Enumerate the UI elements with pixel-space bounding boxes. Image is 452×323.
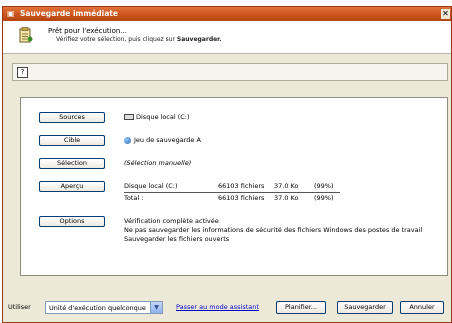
help-bar: ? xyxy=(12,63,448,81)
use-label: Utiliser xyxy=(8,303,31,311)
options-line: Ne pas sauvegarder les informations de s… xyxy=(124,226,423,234)
selection-button[interactable]: Sélection xyxy=(39,158,105,169)
app-icon: ▣ xyxy=(7,9,15,18)
backup-set-icon xyxy=(124,136,131,144)
preview-separator xyxy=(124,192,340,193)
sources-button[interactable]: Sources xyxy=(39,112,105,123)
execution-unit-value: Unité d'exécution quelconque xyxy=(49,304,146,312)
status-instruction: Vérifiez votre sélection, puis cliquez s… xyxy=(56,36,222,43)
preview-button[interactable]: Aperçu xyxy=(39,181,105,192)
cancel-button[interactable]: Annuler xyxy=(400,301,444,314)
preview-row-name: Disque local (C:) xyxy=(124,182,178,190)
preview-total-size: 37.0 Ko xyxy=(274,194,299,202)
schedule-button[interactable]: Planifier... xyxy=(276,301,326,314)
target-value: Jeu de sauvegarde A xyxy=(124,136,201,145)
backup-window: ▣ Sauvegarde immédiate ✕ Prêt pour l'exé… xyxy=(2,6,452,323)
preview-total-files: 66103 fichiers xyxy=(218,194,265,202)
preview-total-pct: (99%) xyxy=(314,194,334,202)
execution-unit-select[interactable]: Unité d'exécution quelconque ▼ xyxy=(45,301,163,314)
status-heading: Prêt pour l'exécution... xyxy=(48,27,128,35)
preview-row-pct: (99%) xyxy=(314,182,334,190)
options-line: Vérification complète activée xyxy=(124,217,219,225)
window-title: Sauvegarde immédiate xyxy=(20,9,118,18)
help-icon[interactable]: ? xyxy=(17,67,28,78)
header-panel: Prêt pour l'exécution... Vérifiez votre … xyxy=(3,21,451,54)
disk-icon xyxy=(124,114,134,120)
selection-value: (Sélection manuelle) xyxy=(124,159,192,167)
options-button[interactable]: Options xyxy=(39,216,105,227)
target-button[interactable]: Cible xyxy=(39,135,105,146)
summary-panel: Sources Disque local (C:) Cible Jeu de s… xyxy=(20,97,448,276)
chevron-down-icon[interactable]: ▼ xyxy=(150,302,162,313)
close-button[interactable]: ✕ xyxy=(441,9,450,19)
sources-value: Disque local (C:) xyxy=(124,113,190,122)
title-bar[interactable]: ▣ Sauvegarde immédiate ✕ xyxy=(3,7,451,21)
options-line: Sauvegarder les fichiers ouverts xyxy=(124,235,230,243)
backup-button[interactable]: Sauvegarder xyxy=(337,301,393,314)
wizard-mode-link[interactable]: Passer au mode assistant xyxy=(176,303,259,312)
preview-row-files: 66103 fichiers xyxy=(218,182,265,190)
backup-job-icon xyxy=(19,27,33,43)
preview-row-size: 37.0 Ko xyxy=(274,182,299,190)
preview-total-label: Total : xyxy=(124,194,144,202)
